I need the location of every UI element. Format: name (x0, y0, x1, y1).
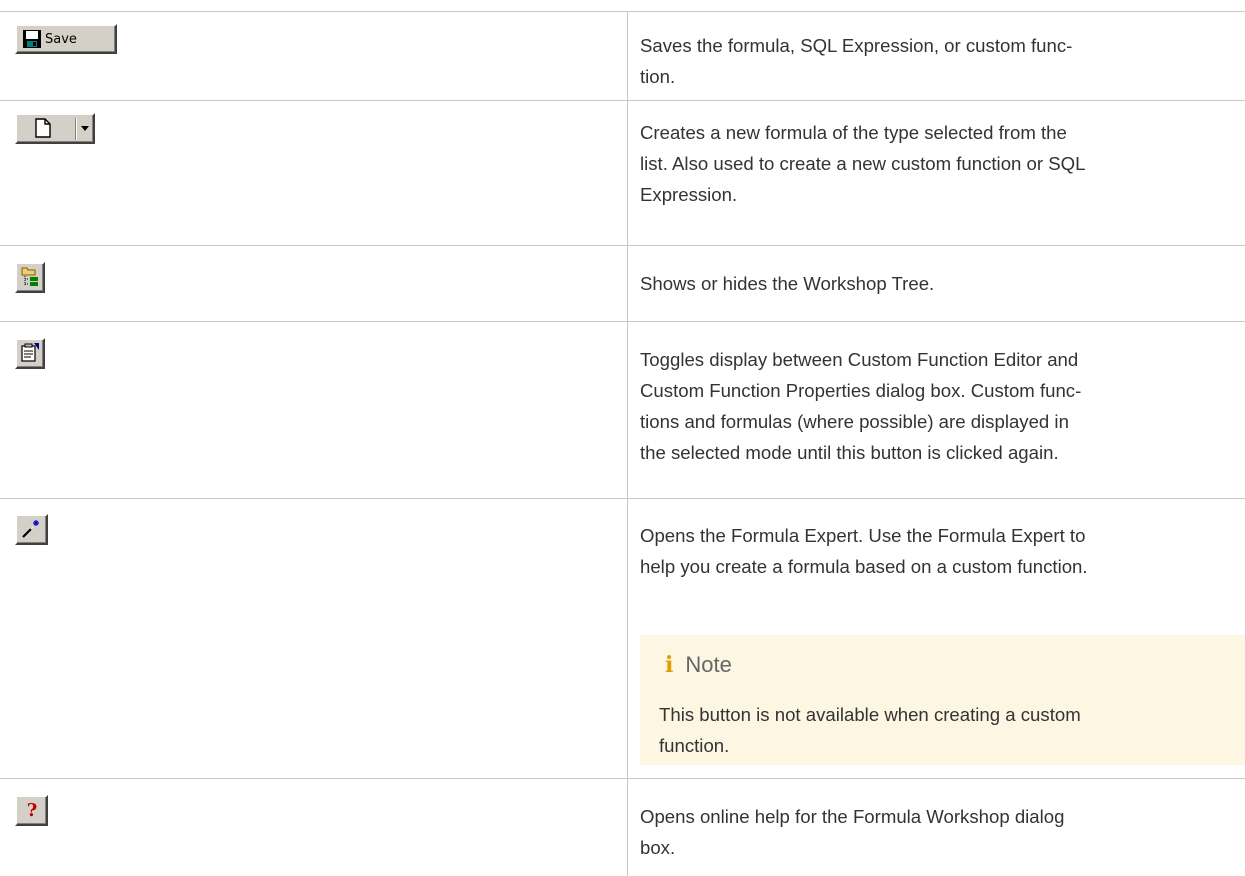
note-body: This button is not available when creati… (659, 704, 1081, 756)
workshop-tree-button[interactable] (15, 262, 45, 293)
row-divider (0, 778, 1245, 779)
save-button-label: Save (45, 32, 77, 47)
help-button[interactable]: ? (15, 795, 48, 826)
row-divider (0, 245, 1245, 246)
new-document-icon[interactable] (34, 118, 52, 138)
column-divider (627, 12, 628, 876)
note-title: Note (685, 652, 732, 677)
save-button[interactable]: Save (15, 24, 117, 54)
split-separator (75, 118, 77, 140)
workshop-tree-icon (21, 267, 38, 286)
properties-toggle-button[interactable] (15, 338, 45, 369)
row-divider (0, 498, 1245, 499)
note-heading: i Note (665, 652, 732, 678)
row-description: Saves the formula, SQL Expression, or cu… (640, 35, 1073, 87)
table-top-border (0, 11, 1245, 12)
floppy-disk-icon (23, 30, 41, 48)
row-divider (0, 321, 1245, 322)
note-callout: i Note This button is not available when … (640, 635, 1245, 765)
new-formula-split-button[interactable] (15, 113, 95, 144)
properties-toggle-icon (21, 343, 39, 362)
magic-wand-icon (22, 520, 39, 538)
formula-expert-button[interactable] (15, 514, 48, 545)
svg-text:?: ? (27, 800, 38, 821)
row-description: Opens the Formula Expert. Use the Formul… (640, 525, 1088, 577)
row-description: Opens online help for the Formula Worksh… (640, 806, 1065, 858)
row-description: Creates a new formula of the type select… (640, 122, 1086, 205)
row-divider (0, 100, 1245, 101)
row-description: Toggles display between Custom Function … (640, 349, 1082, 463)
row-description: Shows or hides the Workshop Tree. (640, 273, 935, 294)
help-question-icon: ? (27, 800, 38, 821)
dropdown-arrow-icon[interactable] (81, 126, 89, 132)
info-icon: i (665, 652, 674, 678)
